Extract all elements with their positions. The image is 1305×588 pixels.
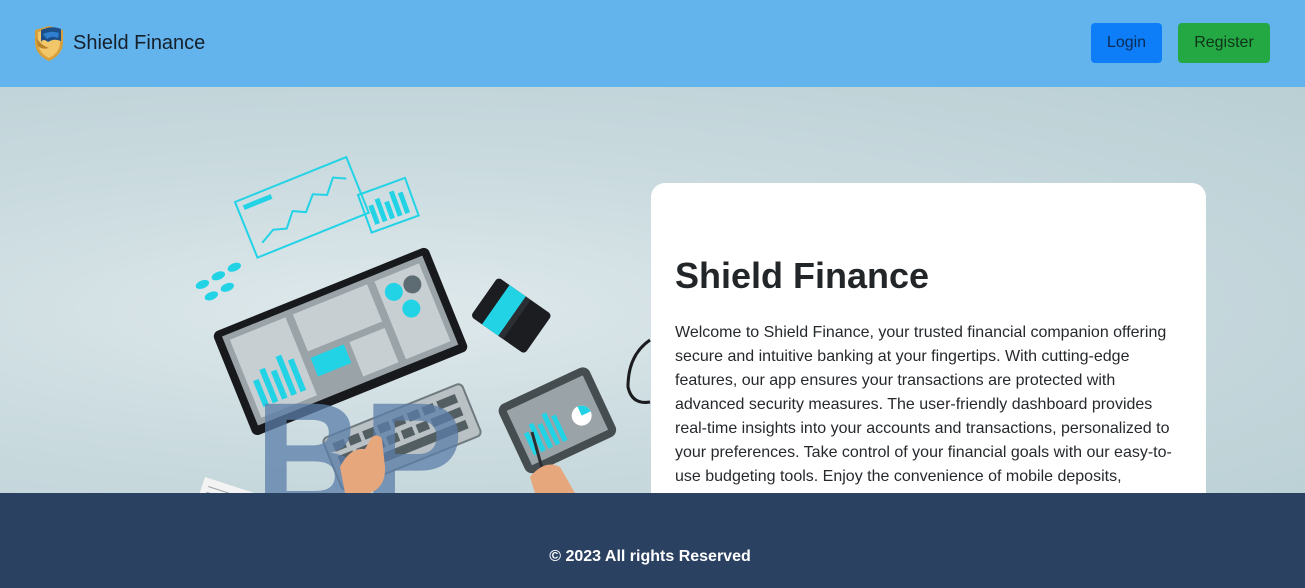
floating-chart-panel [233, 155, 371, 259]
brand-name: Shield Finance [73, 31, 206, 54]
glasses [626, 338, 651, 404]
hero-section: BP Shield Finance Welcome to Shield Fina… [0, 87, 1305, 493]
shield-logo-icon [35, 26, 63, 61]
notebook [472, 278, 551, 353]
floating-bars-panel [356, 176, 420, 234]
intro-card: Shield Finance Welcome to Shield Finance… [651, 183, 1206, 493]
finance-desk-illustration: BP [195, 155, 651, 493]
floating-dots-panel [195, 262, 241, 301]
copyright-text: © 2023 All rights Reserved [549, 548, 751, 565]
footer: © 2023 All rights Reserved [0, 493, 1305, 588]
login-button[interactable]: Login [1091, 23, 1162, 63]
navbar: Shield Finance Login Register [0, 0, 1305, 87]
paper-sheet [195, 477, 263, 493]
page-title: Shield Finance [675, 255, 930, 296]
tablet [498, 367, 617, 474]
register-button[interactable]: Register [1178, 23, 1270, 63]
intro-description: Welcome to Shield Finance, your trusted … [675, 324, 1172, 485]
brand-link[interactable]: Shield Finance [32, 24, 205, 62]
